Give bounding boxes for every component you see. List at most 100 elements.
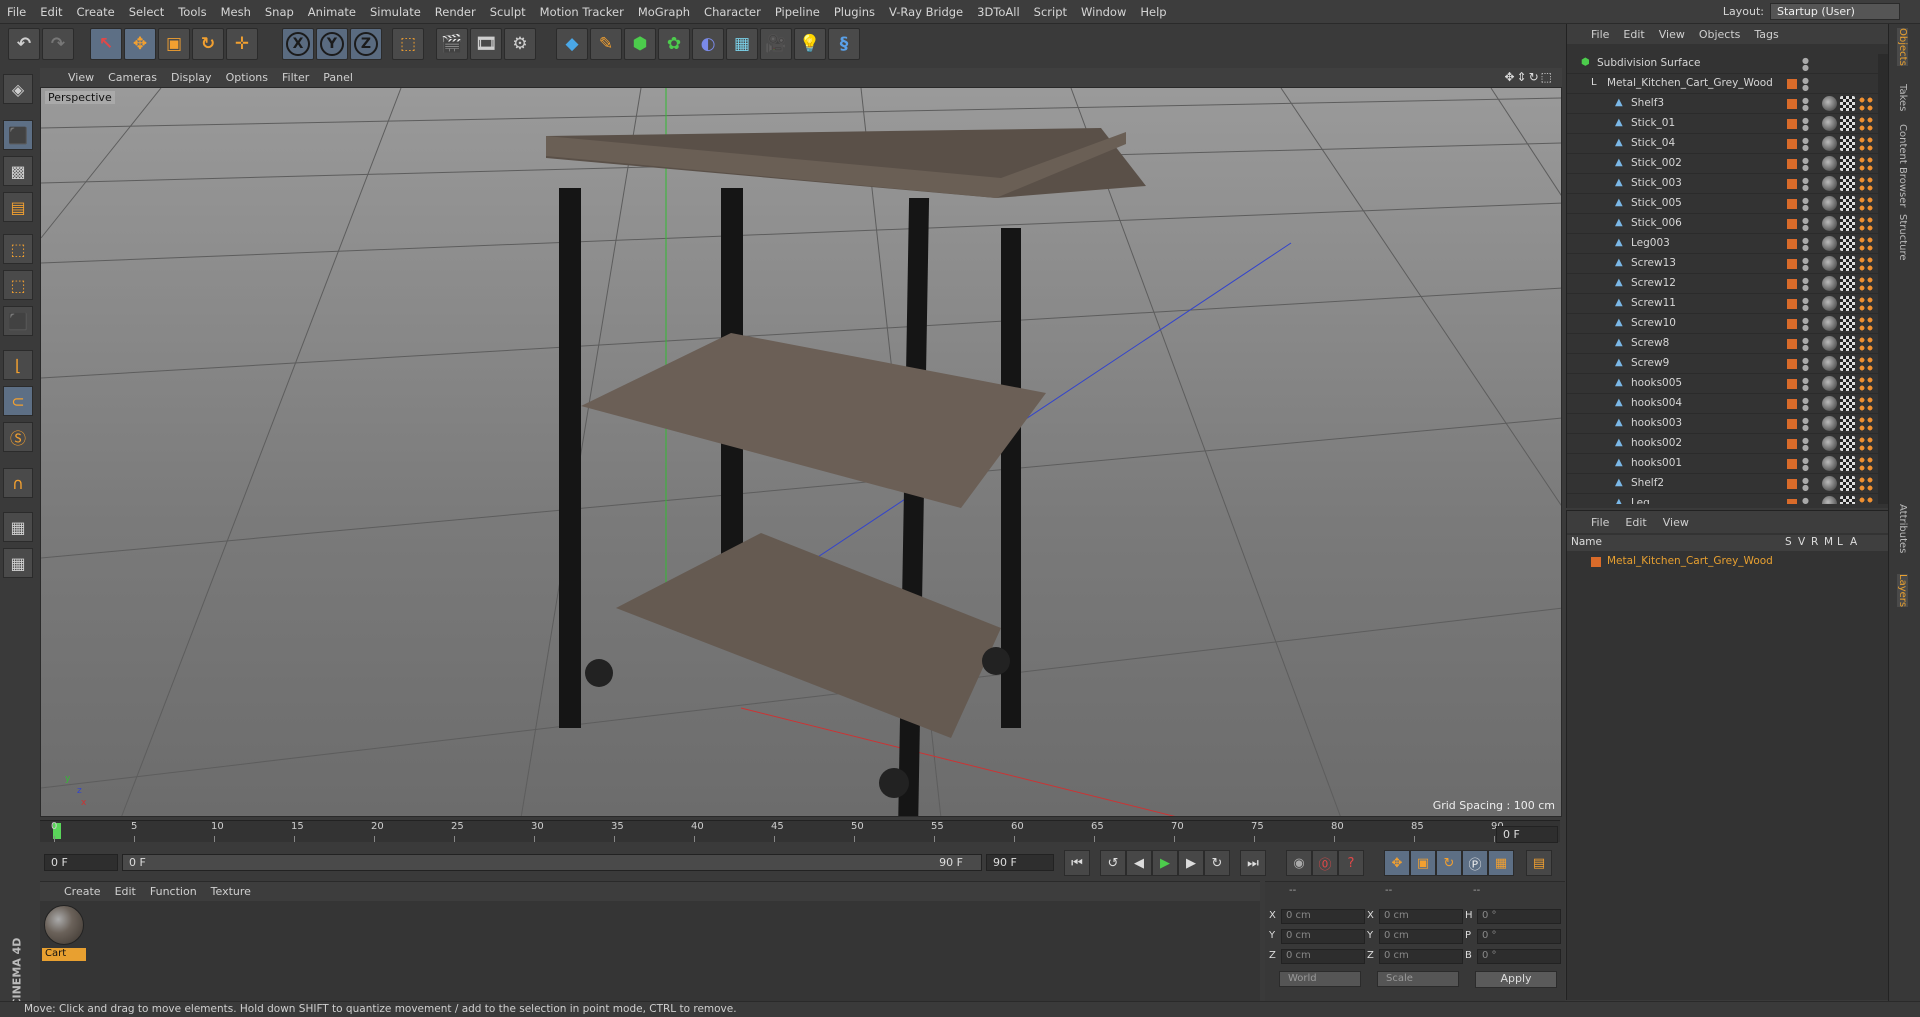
magnet-icon[interactable]: ∩ xyxy=(3,468,33,498)
object-name[interactable]: Screw11 xyxy=(1631,297,1676,309)
object-name[interactable]: hooks002 xyxy=(1631,437,1682,449)
visibility-dots-icon[interactable]: ●● xyxy=(1802,257,1809,272)
material-tag-icon[interactable] xyxy=(1822,356,1837,371)
phong-tag-icon[interactable] xyxy=(1858,256,1873,271)
material-tag-icon[interactable] xyxy=(1822,176,1837,191)
pos-y-field[interactable]: 0 cm xyxy=(1281,929,1365,944)
next-key-button[interactable]: ↻ xyxy=(1204,850,1230,876)
phong-tag-icon[interactable] xyxy=(1858,436,1873,451)
points-mode-icon[interactable]: ⬚ xyxy=(3,234,33,264)
render-view-icon[interactable]: 🎬 xyxy=(436,28,468,60)
go-to-end-button[interactable]: ⏭ xyxy=(1240,850,1266,876)
layer-color-icon[interactable] xyxy=(1787,359,1797,369)
size-z-field[interactable]: 0 cm xyxy=(1379,949,1463,964)
layer-color-icon[interactable] xyxy=(1787,119,1797,129)
visibility-dots-icon[interactable]: ●● xyxy=(1802,477,1809,492)
object-row[interactable]: ▲ Stick_002 ● ● xyxy=(1567,154,1889,174)
material-tag-icon[interactable] xyxy=(1822,276,1837,291)
phong-tag-icon[interactable] xyxy=(1858,136,1873,151)
object-name[interactable]: hooks005 xyxy=(1631,377,1682,389)
visibility-dots-icon[interactable]: ●● xyxy=(1802,197,1809,212)
menu-motion-tracker[interactable]: Motion Tracker xyxy=(533,5,631,19)
menu-pipeline[interactable]: Pipeline xyxy=(768,5,827,19)
material-tag-icon[interactable] xyxy=(1822,96,1837,111)
object-row[interactable]: ▲ Leg003 ● ● xyxy=(1567,234,1889,254)
menu-file[interactable]: File xyxy=(0,5,33,19)
uvw-tag-icon[interactable] xyxy=(1840,236,1855,251)
key-position-icon[interactable]: ✥ xyxy=(1384,850,1410,876)
menu-snap[interactable]: Snap xyxy=(258,5,301,19)
live-selection-icon[interactable]: ↖ xyxy=(90,28,122,60)
previous-frame-button[interactable]: ◀ xyxy=(1126,850,1152,876)
keyframe-selection-icon[interactable]: ? xyxy=(1338,850,1364,876)
layer-color-icon[interactable] xyxy=(1787,399,1797,409)
object-name[interactable]: Screw12 xyxy=(1631,277,1676,289)
material-menu-edit[interactable]: Edit xyxy=(111,885,146,898)
phong-tag-icon[interactable] xyxy=(1858,276,1873,291)
visibility-dots-icon[interactable]: ●● xyxy=(1802,317,1809,332)
record-keys-icon[interactable]: ◉ xyxy=(1286,850,1312,876)
layer-color-icon[interactable] xyxy=(1787,179,1797,189)
material-tag-icon[interactable] xyxy=(1822,196,1837,211)
visibility-dots-icon[interactable]: ●● xyxy=(1802,297,1809,312)
layer-color-icon[interactable] xyxy=(1787,79,1797,89)
material-tag-icon[interactable] xyxy=(1822,336,1837,351)
size-y-field[interactable]: 0 cm xyxy=(1379,929,1463,944)
layer-color-icon[interactable] xyxy=(1787,339,1797,349)
layer-color-icon[interactable] xyxy=(1787,279,1797,289)
rot-b-field[interactable]: 0 ° xyxy=(1477,949,1561,964)
object-name[interactable]: Stick_006 xyxy=(1631,217,1682,229)
phong-tag-icon[interactable] xyxy=(1858,356,1873,371)
visibility-dots-icon[interactable]: ●● xyxy=(1802,177,1809,192)
layer-color-icon[interactable] xyxy=(1787,159,1797,169)
redo-button[interactable]: ↷ xyxy=(42,28,74,60)
layer-color-swatch[interactable] xyxy=(1591,557,1601,567)
key-point-level-icon[interactable]: ▦ xyxy=(1488,850,1514,876)
material-tag-icon[interactable] xyxy=(1822,116,1837,131)
visibility-dots-icon[interactable]: ●● xyxy=(1802,77,1809,92)
menu-sculpt[interactable]: Sculpt xyxy=(483,5,533,19)
move-tool-icon[interactable]: ✥ xyxy=(124,28,156,60)
viewport-nav-icons[interactable]: ✥⇕↻⬚ xyxy=(1504,70,1554,84)
layer-menu-view[interactable]: View xyxy=(1655,516,1697,529)
object-name[interactable]: Stick_04 xyxy=(1631,137,1675,149)
material-tag-icon[interactable] xyxy=(1822,256,1837,271)
rotate-tool-icon[interactable]: ↻ xyxy=(192,28,224,60)
phong-tag-icon[interactable] xyxy=(1858,336,1873,351)
layer-name[interactable]: Metal_Kitchen_Cart_Grey_Wood xyxy=(1607,555,1773,567)
uvw-tag-icon[interactable] xyxy=(1840,476,1855,491)
object-menu-tags[interactable]: Tags xyxy=(1747,28,1785,41)
object-menu-view[interactable]: View xyxy=(1652,28,1692,41)
material-menu-create[interactable]: Create xyxy=(40,885,111,898)
camera-icon[interactable]: 🎥 xyxy=(760,28,792,60)
uvw-tag-icon[interactable] xyxy=(1840,436,1855,451)
material-tag-icon[interactable] xyxy=(1822,436,1837,451)
object-row[interactable]: ▲ Screw9 ● ● xyxy=(1567,354,1889,374)
visibility-dots-icon[interactable]: ●● xyxy=(1802,217,1809,232)
phong-tag-icon[interactable] xyxy=(1858,376,1873,391)
material-tag-icon[interactable] xyxy=(1822,156,1837,171)
python-icon[interactable]: § xyxy=(828,28,860,60)
viewport-menu-options[interactable]: Options xyxy=(222,71,278,84)
object-row[interactable]: ▲ hooks001 ● ● xyxy=(1567,454,1889,474)
uvw-tag-icon[interactable] xyxy=(1840,496,1855,504)
play-button[interactable]: ▶ xyxy=(1152,850,1178,876)
viewport-menu-filter[interactable]: Filter xyxy=(278,71,319,84)
uvw-tag-icon[interactable] xyxy=(1840,276,1855,291)
uvw-tag-icon[interactable] xyxy=(1840,176,1855,191)
coordinate-system-icon[interactable]: ⬚ xyxy=(392,28,424,60)
object-row[interactable]: ▲ Stick_04 ● ● xyxy=(1567,134,1889,154)
object-name[interactable]: Screw13 xyxy=(1631,257,1676,269)
key-scale-icon[interactable]: ▣ xyxy=(1410,850,1436,876)
layer-column-l[interactable]: L xyxy=(1837,536,1843,548)
menu-create[interactable]: Create xyxy=(70,5,122,19)
dock-tab-takes[interactable]: Takes xyxy=(1897,84,1908,111)
key-rotation-icon[interactable]: ↻ xyxy=(1436,850,1462,876)
uvw-tag-icon[interactable] xyxy=(1840,96,1855,111)
phong-tag-icon[interactable] xyxy=(1858,176,1873,191)
material-menu-texture[interactable]: Texture xyxy=(207,885,261,898)
object-row[interactable]: ▲ Screw12 ● ● xyxy=(1567,274,1889,294)
object-row[interactable]: ▲ Shelf2 ● ● xyxy=(1567,474,1889,494)
object-name[interactable]: hooks004 xyxy=(1631,397,1682,409)
uvw-tag-icon[interactable] xyxy=(1840,156,1855,171)
